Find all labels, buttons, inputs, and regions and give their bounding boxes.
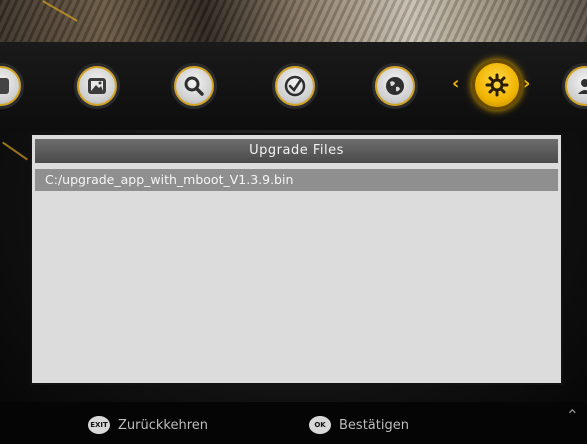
partial-icon-left[interactable] xyxy=(0,63,24,109)
exit-label: Zurückkehren xyxy=(118,417,209,433)
panel-title: Upgrade Files xyxy=(35,139,558,163)
file-list-item[interactable]: C:/upgrade_app_with_mboot_V1.3.9.bin xyxy=(35,169,558,191)
menu-right-arrow[interactable]: › xyxy=(523,73,530,94)
exit-hint[interactable]: EXIT Zurückkehren xyxy=(88,416,208,434)
ok-label: Bestätigen xyxy=(339,417,409,433)
menu-left-arrow[interactable]: ‹ xyxy=(452,73,459,94)
ok-hint[interactable]: OK Bestätigen xyxy=(309,416,409,434)
upgrade-files-panel: Upgrade Files C:/upgrade_app_with_mboot_… xyxy=(30,133,563,385)
search-icon[interactable] xyxy=(171,63,217,109)
globe-icon[interactable] xyxy=(372,63,418,109)
picture-icon[interactable] xyxy=(74,63,120,109)
chevron-corner-icon: ⌃ xyxy=(565,406,579,425)
gear-icon[interactable] xyxy=(472,60,522,110)
main-menu-bar: ‹ › xyxy=(0,55,587,125)
tv-screen: ‹ › Upgrade Files C:/upgrade_app_with_mb… xyxy=(0,0,587,444)
footer-bar: EXIT Zurückkehren OK Bestätigen ⌃ xyxy=(0,402,587,444)
clock-icon[interactable] xyxy=(272,63,318,109)
user-icon[interactable] xyxy=(562,63,587,109)
exit-key-icon: EXIT xyxy=(88,416,110,434)
ok-key-icon: OK xyxy=(309,416,331,434)
decor-line-left xyxy=(2,141,28,161)
